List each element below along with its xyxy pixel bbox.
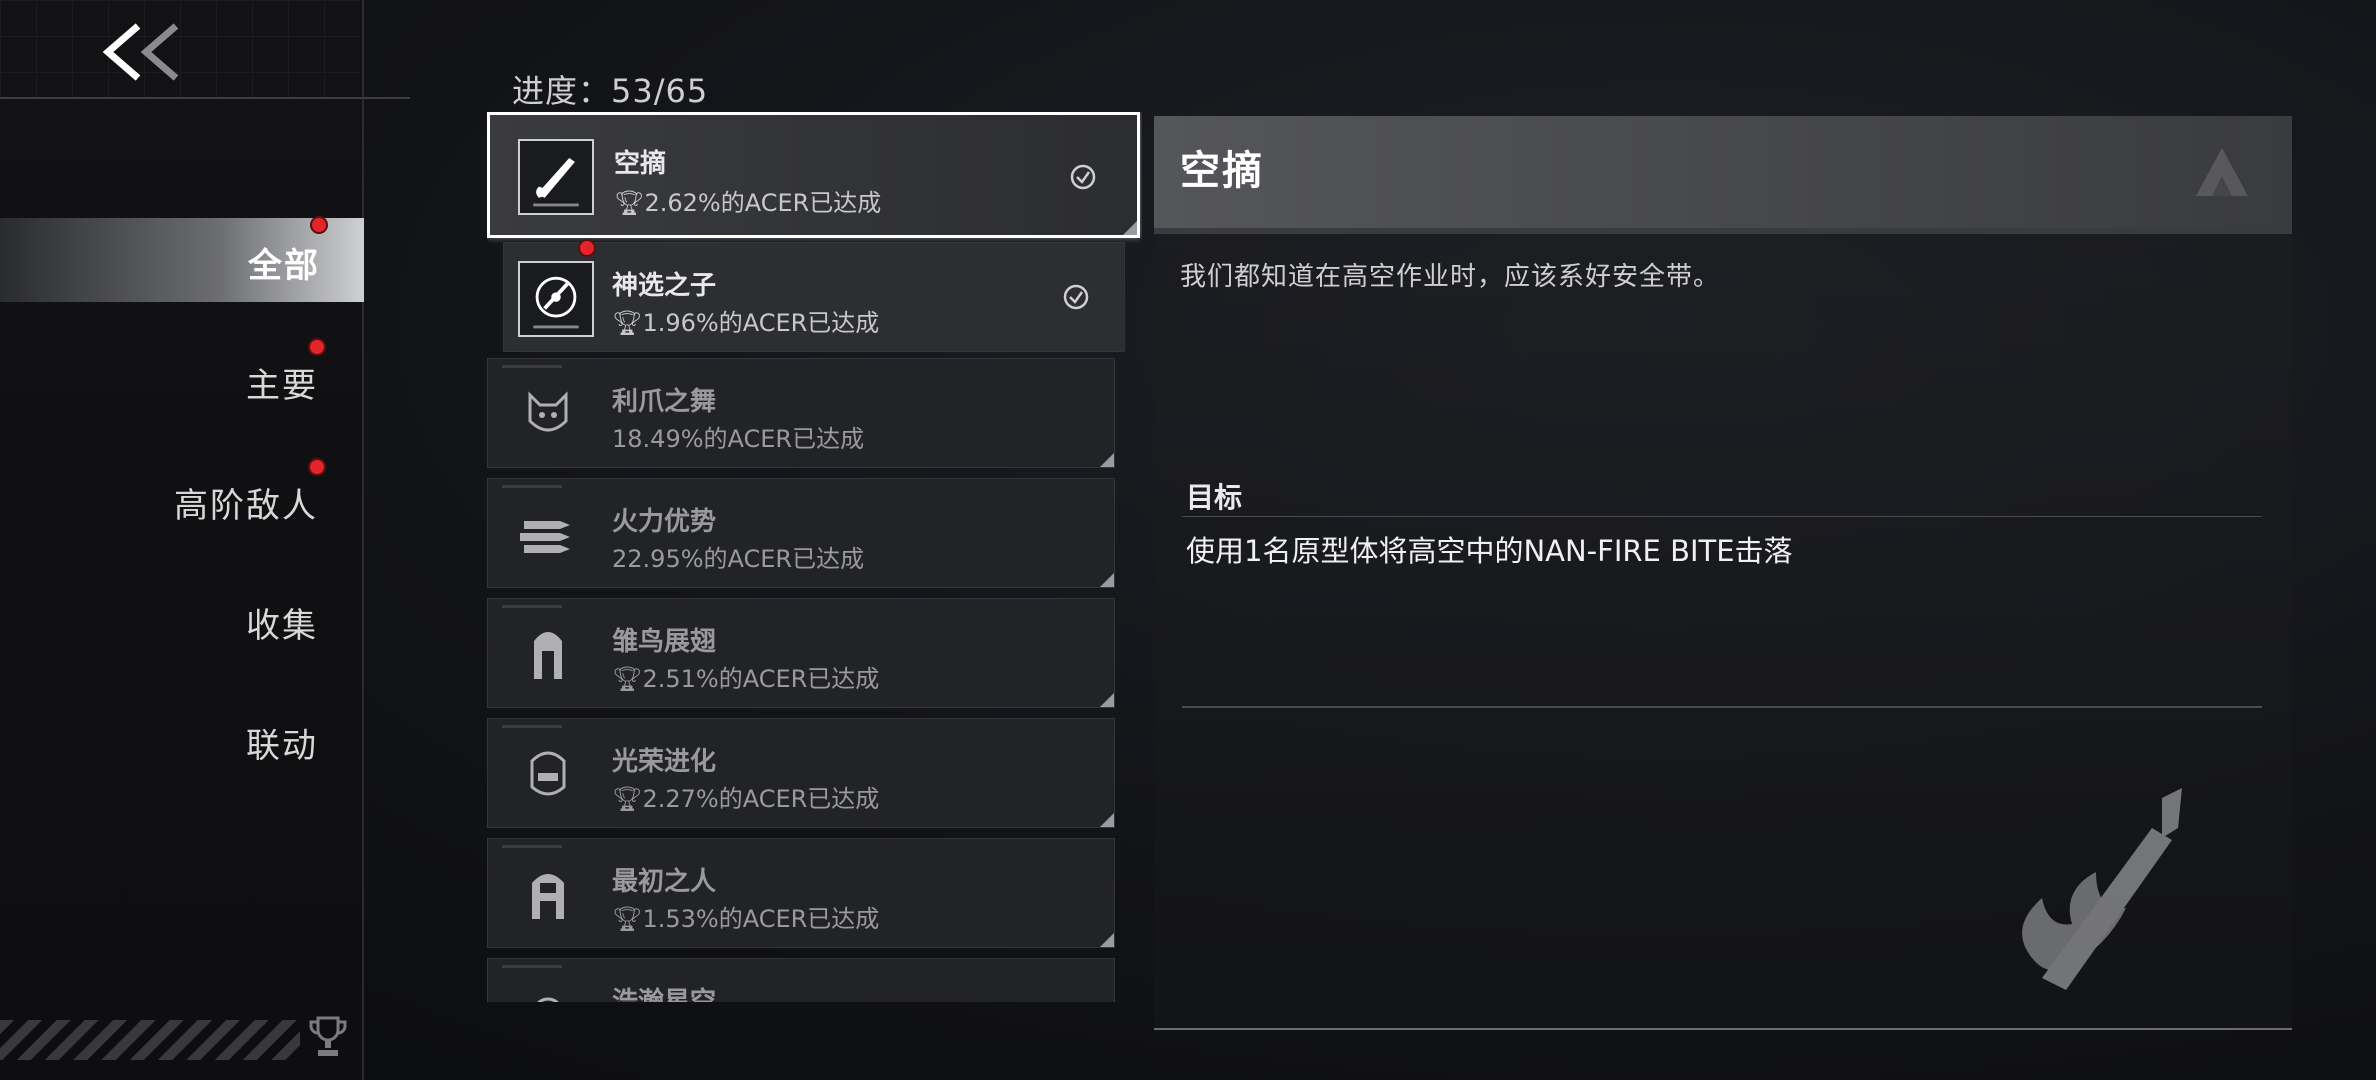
notification-dot <box>308 338 326 356</box>
achievement-name: 浩瀚星空 <box>612 987 717 1002</box>
achievement-percent: 🏆︎2.51%的ACER已达成 <box>612 665 880 693</box>
brand-logo-icon <box>2196 148 2248 196</box>
crosshair-icon <box>518 261 594 337</box>
achievement-name: 利爪之舞 <box>612 387 717 417</box>
trophy-small-icon: 🏆︎ <box>614 189 645 217</box>
corner-mark <box>1100 933 1114 947</box>
trophy-small-icon: 🏆︎ <box>612 785 643 813</box>
item-header-line <box>502 485 562 488</box>
achievement-name: 最初之人 <box>612 867 717 897</box>
category-label: 收集 <box>246 606 318 646</box>
category-all[interactable]: 全部 <box>0 216 364 302</box>
corner-mark <box>1100 693 1114 707</box>
corner-mark <box>1100 453 1114 467</box>
achievement-item[interactable]: 利爪之舞 18.49%的ACER已达成 <box>487 358 1115 468</box>
category-label: 主要 <box>246 366 318 406</box>
achievement-percent: 🏆︎2.62%的ACER已达成 <box>614 189 882 217</box>
achievement-item[interactable]: 浩瀚星空 <box>487 958 1115 1002</box>
category-sidebar: 全部 主要 高阶敌人 收集 联动 <box>0 0 364 1080</box>
achievement-name: 光荣进化 <box>612 747 717 777</box>
goal-text: 使用1名原型体将高空中的NAN-FIRE BITE击落 <box>1186 534 1793 568</box>
section-divider <box>1182 706 2262 708</box>
back-double-chevron-icon[interactable] <box>98 20 198 84</box>
notification-dot <box>308 458 326 476</box>
achievement-name: 神选之子 <box>612 271 717 301</box>
notification-dot <box>310 216 328 234</box>
item-header-line <box>502 725 562 728</box>
achievement-percent: 🏆︎1.96%的ACER已达成 <box>612 309 880 337</box>
corner-mark <box>1100 573 1114 587</box>
hazard-stripes <box>0 1020 300 1060</box>
trophy-small-icon: 🏆︎ <box>612 905 643 933</box>
category-label: 联动 <box>246 726 318 766</box>
completed-check-icon <box>1070 164 1096 190</box>
category-collection[interactable]: 收集 <box>0 578 362 662</box>
robot-head-icon <box>530 751 566 796</box>
goal-label: 目标 <box>1186 481 1243 514</box>
detail-header: 空摘 <box>1154 116 2292 234</box>
trophy-small-icon: 🏆︎ <box>612 309 643 337</box>
planet-icon <box>537 997 559 1002</box>
detail-description: 我们都知道在高空作业时，应该系好安全带。 <box>1180 262 1721 292</box>
category-label: 全部 <box>248 246 320 286</box>
progress-counter: 进度：53/65 <box>512 72 709 110</box>
achievement-percent: 🏆︎2.27%的ACER已达成 <box>612 785 880 813</box>
notification-dot <box>578 239 596 257</box>
corner-mark <box>1123 221 1137 235</box>
achievement-name: 火力优势 <box>612 507 717 537</box>
category-label: 高阶敌人 <box>174 486 318 526</box>
detail-title: 空摘 <box>1180 148 1264 194</box>
achievement-percent: 22.95%的ACER已达成 <box>612 545 865 573</box>
header-divider <box>0 97 410 99</box>
trophy-small-icon: 🏆︎ <box>612 665 643 693</box>
rifle-icon <box>518 139 594 215</box>
achievement-item[interactable]: 最初之人 🏆︎1.53%的ACER已达成 <box>487 838 1115 948</box>
achievement-item[interactable]: 神选之子 🏆︎1.96%的ACER已达成 <box>503 239 1125 352</box>
achievement-item[interactable]: 空摘 🏆︎2.62%的ACER已达成 <box>487 112 1140 238</box>
missiles-icon <box>520 521 570 553</box>
achievement-item[interactable]: 雏鸟展翅 🏆︎2.51%的ACER已达成 <box>487 598 1115 708</box>
rifle-emblem-icon <box>2022 788 2182 990</box>
cat-icon <box>528 391 568 432</box>
completed-check-icon <box>1063 284 1089 310</box>
achievement-item[interactable]: 火力优势 22.95%的ACER已达成 <box>487 478 1115 588</box>
achievement-list[interactable]: 空摘 🏆︎2.62%的ACER已达成 神选之子 🏆︎1.96%的ACER已达成 … <box>487 112 1142 1002</box>
achievement-name: 雏鸟展翅 <box>612 627 717 657</box>
item-header-line <box>502 965 562 968</box>
girl-icon <box>534 632 562 679</box>
category-elite-enemies[interactable]: 高阶敌人 <box>0 458 362 542</box>
goal-divider <box>1182 516 2262 517</box>
trophy-icon <box>309 1016 347 1056</box>
achievement-item[interactable]: 光荣进化 🏆︎2.27%的ACER已达成 <box>487 718 1115 828</box>
item-header-line <box>502 845 562 848</box>
achievement-percent: 18.49%的ACER已达成 <box>612 425 865 453</box>
category-main[interactable]: 主要 <box>0 338 362 422</box>
helmet-girl-icon <box>532 874 564 919</box>
achievement-percent: 🏆︎1.53%的ACER已达成 <box>612 905 880 933</box>
item-header-line <box>502 365 562 368</box>
achievement-detail-panel: 空摘 我们都知道在高空作业时，应该系好安全带。 目标 使用1名原型体将高空中的N… <box>1154 116 2292 1030</box>
item-header-line <box>502 605 562 608</box>
corner-mark <box>1100 813 1114 827</box>
category-collab[interactable]: 联动 <box>0 698 362 782</box>
achievement-name: 空摘 <box>614 149 667 179</box>
